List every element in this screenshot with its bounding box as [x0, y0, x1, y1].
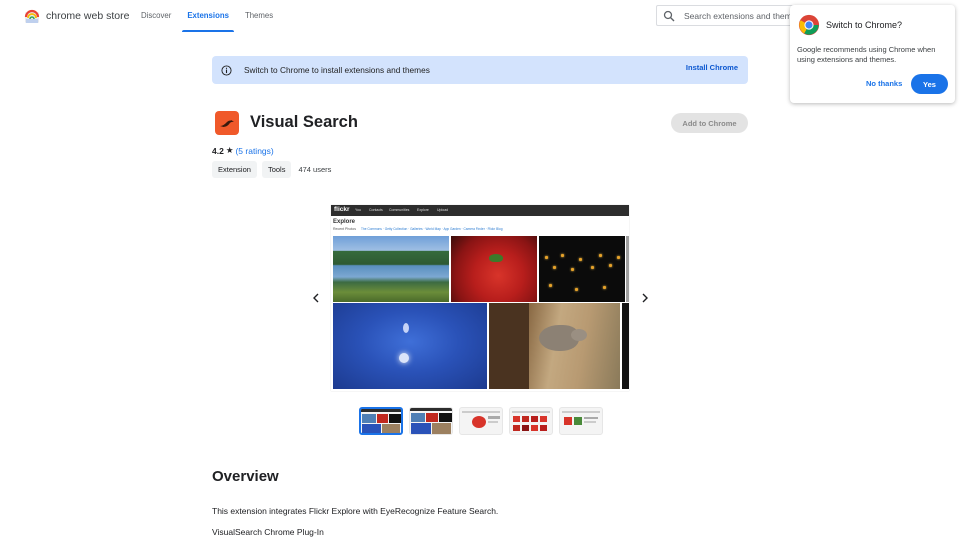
popup-message: Google recommends using Chrome when usin…	[797, 45, 936, 64]
store-name: chrome web store	[46, 10, 130, 22]
main-nav: Discover Extensions Themes	[133, 0, 281, 32]
banner-message: Switch to Chrome to install extensions a…	[244, 65, 430, 75]
flickr-menu-upload: Upload	[437, 207, 449, 212]
flickr-brand: flickr	[334, 206, 350, 213]
thumbnail-strip	[359, 407, 609, 435]
install-chrome-banner: Switch to Chrome to install extensions a…	[212, 56, 748, 84]
photo-tomato	[451, 236, 537, 302]
flickr-menu-explore: Explore	[417, 207, 429, 212]
search-icon	[663, 10, 675, 21]
carousel-prev-button[interactable]	[309, 291, 323, 305]
popup-title: Switch to Chrome?	[826, 20, 903, 30]
install-chrome-button[interactable]: Install Chrome	[686, 63, 738, 72]
thumbnail-4[interactable]	[509, 407, 553, 435]
photo-edge-1	[626, 236, 629, 302]
extension-title: Visual Search	[250, 113, 358, 131]
tag-extension[interactable]: Extension	[212, 161, 257, 178]
flickr-links: The Commons · Getty Collection · Galleri…	[361, 227, 503, 231]
flickr-menu-you: You	[355, 207, 361, 212]
chrome-web-store-icon	[24, 9, 40, 23]
rating-value: 4.2	[212, 145, 224, 156]
flickr-menu-contacts: Contacts	[369, 207, 383, 212]
yes-button[interactable]: Yes	[911, 74, 948, 94]
chrome-icon	[798, 14, 820, 36]
no-thanks-button[interactable]: No thanks	[866, 79, 902, 88]
tag-chips: Extension Tools 474 users	[212, 161, 331, 178]
chevron-right-icon	[642, 293, 648, 303]
search-input[interactable]	[684, 10, 804, 21]
nav-extensions[interactable]: Extensions	[179, 0, 237, 32]
flickr-top-bar: flickr You Contacts Communities Explore …	[331, 205, 629, 216]
squirrel-logo-icon	[220, 120, 234, 127]
tag-tools[interactable]: Tools	[261, 161, 292, 178]
nav-themes[interactable]: Themes	[237, 0, 281, 32]
user-count: 474 users	[298, 165, 332, 174]
photo-lake	[333, 236, 449, 302]
chevron-left-icon	[313, 293, 319, 303]
flickr-explore-heading: Explore	[333, 219, 356, 225]
photo-edge-2	[622, 303, 629, 389]
star-icon: ★	[225, 145, 234, 155]
rating-row: 4.2 ★ (5 ratings)	[212, 145, 274, 156]
overview-subtitle: VisualSearch Chrome Plug-In	[212, 527, 324, 537]
flickr-menu-communities: Communities	[389, 207, 410, 212]
info-icon	[221, 64, 232, 76]
photo-ocean	[333, 303, 487, 389]
ratings-close-paren: )	[270, 145, 274, 156]
store-logo[interactable]: chrome web store	[24, 8, 129, 24]
nav-discover[interactable]: Discover	[133, 0, 179, 32]
search-box[interactable]	[656, 5, 806, 26]
flickr-recent-photos: Recent Photos	[333, 227, 356, 231]
thumbnail-3[interactable]	[459, 407, 503, 435]
thumbnail-2[interactable]	[409, 407, 453, 435]
ratings-link[interactable]: 5 ratings	[238, 146, 271, 156]
extension-icon	[215, 111, 239, 135]
carousel-next-button[interactable]	[638, 291, 652, 305]
add-to-chrome-button[interactable]: Add to Chrome	[671, 113, 748, 133]
main-screenshot: flickr You Contacts Communities Explore …	[331, 205, 629, 391]
thumbnail-5[interactable]	[559, 407, 603, 435]
overview-heading: Overview	[212, 468, 279, 485]
photo-squirrel	[489, 303, 620, 389]
overview-description: This extension integrates Flickr Explore…	[212, 506, 499, 516]
thumbnail-1[interactable]	[359, 407, 403, 435]
photo-lights	[539, 236, 625, 302]
